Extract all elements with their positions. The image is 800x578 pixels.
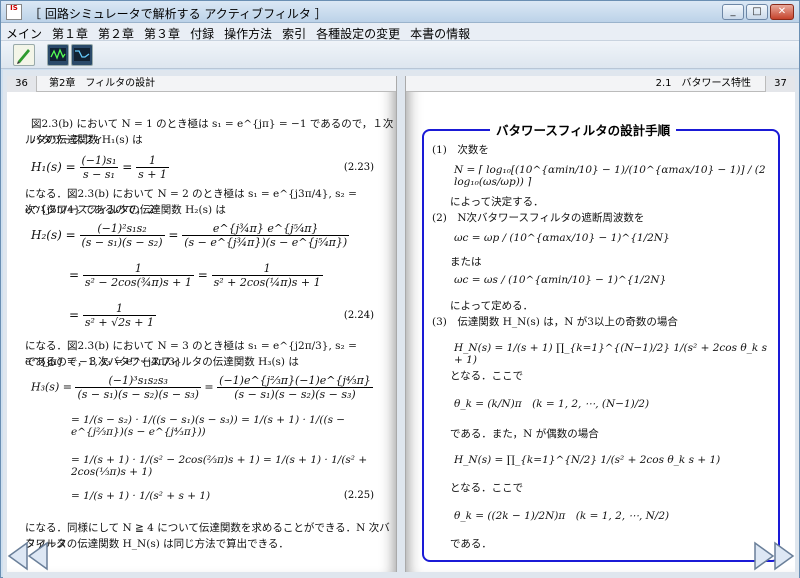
paragraph-1b: ルタの伝達関数 H₁(s) は [25, 134, 143, 146]
equation-cutoff-2: ωc = ωs / (10^{αmin/10} − 1)^{1/2N} [454, 274, 667, 286]
eq-num: 1 [136, 154, 169, 168]
where-1: となる．ここで [450, 370, 524, 382]
paragraph-4b: フィルタの伝達関数 H_N(s) は同じ方法で算出できる． [25, 538, 289, 550]
equation-2-24a: H₂(s) = (−1)²s₁s₂ (s − s₁)(s − s₂) = e^{j… [31, 222, 350, 249]
step-1b: によって決定する． [450, 196, 544, 208]
book-view: 36 第2章 フィルタの設計 図2.3(b) において N = 1 のとき極は … [3, 70, 799, 578]
eq-number-2-24: (2.24) [343, 310, 374, 321]
step-1: (1) 次数を [432, 144, 489, 156]
eq-den: (s − s₁)(s − s₂)(s − s₃) [234, 388, 356, 401]
right-page-number: 37 [765, 76, 795, 92]
equation-theta-even: θ_k = ((2k − 1)/2N)π (k = 1, 2, ⋯, N/2) [454, 510, 670, 522]
eq-number-2-25: (2.25) [343, 490, 374, 501]
eq-equals: = [122, 160, 133, 174]
eq-num: (−1)³s₁s₂s₃ [75, 374, 201, 388]
left-page-number: 36 [7, 76, 37, 92]
procedure-box-title: バタワースフィルタの設計手順 [490, 120, 677, 139]
step-3b: である．また，N が偶数の場合 [450, 428, 599, 440]
right-page-header: 2.1 バタワース特性 37 [406, 76, 795, 92]
eq-number-2-23: (2.23) [343, 162, 374, 173]
eq-num: (−1)²s₁s₂ [79, 222, 165, 236]
double-left-arrow-icon [7, 541, 48, 571]
toolbar [1, 41, 799, 69]
eq-num: 1 [82, 262, 194, 276]
equation-odd: H_N(s) = 1/(s + 1) ∏_{k=1}^{(N−1)/2} 1/(… [454, 342, 767, 366]
where-2: となる．ここで [450, 482, 524, 494]
equation-even: H_N(s) = ∏_{k=1}^{N/2} 1/(s² + 2cos θ_k … [454, 454, 721, 466]
left-page: 36 第2章 フィルタの設計 図2.3(b) において N = 1 のとき極は … [7, 76, 397, 572]
window-title: ［ 回路シミュレータで解析する アクティブフィルタ ］ [29, 7, 327, 21]
eq-den: (s − e^{j¾π})(s − e^{j⁵⁄₄π}) [184, 236, 348, 249]
paragraph-3b: であるので，３次バタワースフィルタの伝達関数 H₃(s) は [25, 356, 299, 368]
eq-num: 1 [211, 262, 323, 276]
scope-icon [50, 48, 66, 61]
right-page: 2.1 バタワース特性 37 バタワースフィルタの設計手順 (1) 次数を N … [405, 76, 795, 572]
prev-page-button[interactable] [7, 541, 51, 575]
equation-2-25b: = 1/(s − s₂) · 1/((s − s₁)(s − s₃)) = 1/… [71, 414, 346, 438]
equation-order: N = ⌈ log₁₀[(10^{αmin/10} − 1)/(10^{αmax… [454, 164, 766, 188]
eq-num: e^{j¾π} e^{j⁵⁄₄π} [182, 222, 350, 236]
close-button[interactable]: ✕ [770, 4, 794, 20]
pen-tool-button[interactable] [13, 44, 35, 66]
eq-den: s + 1 [138, 168, 167, 181]
left-page-header: 36 第2章 フィルタの設計 [7, 76, 396, 92]
equation-2-24c: = 1 s² + √2s + 1 [69, 302, 157, 329]
eq-num: 1 [82, 302, 157, 316]
eq-den: s² + 2cos(¼π)s + 1 [213, 276, 321, 289]
title-bar[interactable]: IS ［ 回路シミュレータで解析する アクティブフィルタ ］ _ □ ✕ [1, 1, 799, 23]
eq-num: (−1)s₁ [79, 154, 119, 168]
eq-den: s² + √2s + 1 [84, 316, 155, 329]
equation-2-25a: H₃(s) = (−1)³s₁s₂s₃ (s − s₁)(s − s₂)(s − … [31, 374, 373, 401]
right-section-title: 2.1 バタワース特性 [655, 78, 751, 89]
eq-num: (−1)e^{j⅔π}(−1)e^{j⁴⁄₃π} [217, 374, 373, 388]
eq-den: (s − s₁)(s − s₂) [81, 236, 163, 249]
eq-lhs: H₂(s) = [31, 228, 76, 242]
minimize-button[interactable]: _ [722, 4, 744, 20]
end-text: である． [450, 538, 492, 550]
next-page-button[interactable] [751, 541, 795, 575]
scope-button[interactable] [47, 44, 69, 66]
equation-2-25d: = 1/(s + 1) · 1/(s² + s + 1) [71, 490, 211, 502]
menu-bar: メイン 第１章 第２章 第３章 付録 操作方法 索引 各種設定の変更 本書の情報 [1, 23, 799, 41]
equation-theta-odd: θ_k = (k/N)π (k = 1, 2, ⋯, (N−1)/2) [454, 398, 650, 410]
eq-den: s − s₁ [82, 168, 115, 181]
or-text: または [450, 256, 482, 268]
paragraph-2b: 次バタワースフィルタの伝達関数 H₂(s) は [25, 204, 226, 216]
equation-2-24b: = 1 s² − 2cos(¾π)s + 1 = 1 s² + 2cos(¼π)s … [69, 262, 323, 289]
app-window: IS ［ 回路シミュレータで解析する アクティブフィルタ ］ _ □ ✕ メイン… [0, 0, 800, 578]
step-3: (3) 伝達関数 H_N(s) は，N が3以上の奇数の場合 [432, 316, 678, 328]
eq-lhs: H₁(s) = [31, 160, 76, 174]
double-right-arrow-icon [754, 541, 795, 571]
pen-icon [17, 49, 30, 64]
eq-den: (s − s₁)(s − s₂)(s − s₃) [77, 388, 199, 401]
eq-lhs: H₃(s) = [31, 380, 72, 394]
equation-2-23: H₁(s) = (−1)s₁ s − s₁ = 1s + 1 [31, 154, 169, 181]
scope2-button[interactable] [71, 44, 93, 66]
eq-den: s² − 2cos(¾π)s + 1 [84, 276, 192, 289]
app-icon: IS [6, 4, 22, 20]
scope2-icon [74, 48, 90, 61]
maximize-button[interactable]: □ [746, 4, 768, 20]
equation-cutoff-1: ωc = ωp / (10^{αmax/10} − 1)^{1/2N} [454, 232, 670, 244]
step-2b: によって定める． [450, 300, 534, 312]
left-chapter-title: 第2章 フィルタの設計 [49, 78, 156, 89]
step-2: (2) N次バタワースフィルタの遮断周波数を [432, 212, 645, 224]
equation-2-25c: = 1/(s + 1) · 1/(s² − 2cos(⅔π)s + 1) = 1… [71, 454, 368, 478]
